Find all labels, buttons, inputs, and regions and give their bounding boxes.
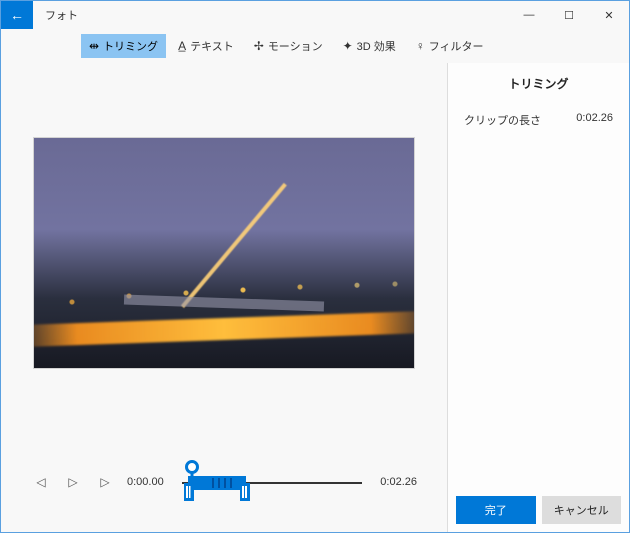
trim-timeline[interactable]	[182, 462, 363, 502]
trim-icon: ⇹	[89, 39, 99, 53]
titlebar: ← フォト ― ☐ ✕	[1, 1, 629, 29]
preview-area	[1, 63, 447, 442]
panel-heading: トリミング	[448, 63, 629, 108]
prev-frame-button[interactable]: ◁	[31, 475, 51, 489]
trim-handle-end[interactable]	[240, 483, 250, 501]
trim-ticks	[212, 478, 242, 488]
tool-trim[interactable]: ⇹ トリミング	[81, 34, 166, 58]
step-back-icon: ◁	[36, 475, 45, 489]
video-preview[interactable]	[34, 138, 414, 368]
filter-icon: ♀	[416, 39, 425, 53]
playhead[interactable]	[185, 460, 199, 474]
text-icon: A̲	[178, 39, 186, 53]
tool-motion[interactable]: ✢ モーション	[246, 34, 331, 58]
clip-length-value: 0:02.26	[576, 112, 613, 128]
tool-3d-effects[interactable]: ✦ 3D 効果	[335, 34, 404, 58]
cancel-button[interactable]: キャンセル	[542, 496, 622, 524]
tool-motion-label: モーション	[268, 38, 323, 54]
panel-actions: 完了 キャンセル	[448, 488, 629, 532]
end-time: 0:02.26	[380, 476, 417, 488]
preview-decoration	[34, 260, 414, 320]
step-forward-icon: ▷	[100, 475, 109, 489]
tool-text[interactable]: A̲ テキスト	[170, 34, 242, 58]
motion-icon: ✢	[254, 39, 264, 53]
maximize-icon: ☐	[564, 9, 574, 22]
tool-filter[interactable]: ♀ フィルター	[408, 34, 492, 58]
effects-3d-icon: ✦	[343, 39, 353, 53]
app-title: フォト	[33, 1, 90, 29]
main-area: ◁ ▷ ▷ 0:00.00 0:02.26	[1, 63, 447, 532]
body: ◁ ▷ ▷ 0:00.00 0:02.26 ト	[1, 63, 629, 532]
player-controls: ◁ ▷ ▷ 0:00.00 0:02.26	[1, 442, 447, 532]
tool-trim-label: トリミング	[103, 38, 158, 54]
app-window: ← フォト ― ☐ ✕ ⇹ トリミング A̲ テキスト ✢ モーション ✦ 3D…	[0, 0, 630, 533]
minimize-button[interactable]: ―	[509, 1, 549, 29]
minimize-icon: ―	[524, 9, 535, 21]
tool-3d-label: 3D 効果	[357, 38, 396, 54]
toolbar: ⇹ トリミング A̲ テキスト ✢ モーション ✦ 3D 効果 ♀ フィルター	[1, 29, 629, 63]
maximize-button[interactable]: ☐	[549, 1, 589, 29]
close-button[interactable]: ✕	[589, 1, 629, 29]
clip-length-row: クリップの長さ 0:02.26	[448, 108, 629, 132]
play-button[interactable]: ▷	[63, 475, 83, 489]
next-frame-button[interactable]: ▷	[95, 475, 115, 489]
back-button[interactable]: ←	[1, 1, 33, 29]
clip-length-label: クリップの長さ	[464, 112, 541, 128]
tool-text-label: テキスト	[190, 38, 234, 54]
arrow-left-icon: ←	[10, 7, 24, 23]
done-button[interactable]: 完了	[456, 496, 536, 524]
play-icon: ▷	[68, 475, 77, 489]
playhead-stem	[190, 472, 193, 500]
tool-filter-label: フィルター	[429, 38, 484, 54]
start-time: 0:00.00	[127, 476, 164, 488]
side-panel: トリミング クリップの長さ 0:02.26 完了 キャンセル	[447, 63, 629, 532]
close-icon: ✕	[604, 9, 613, 22]
